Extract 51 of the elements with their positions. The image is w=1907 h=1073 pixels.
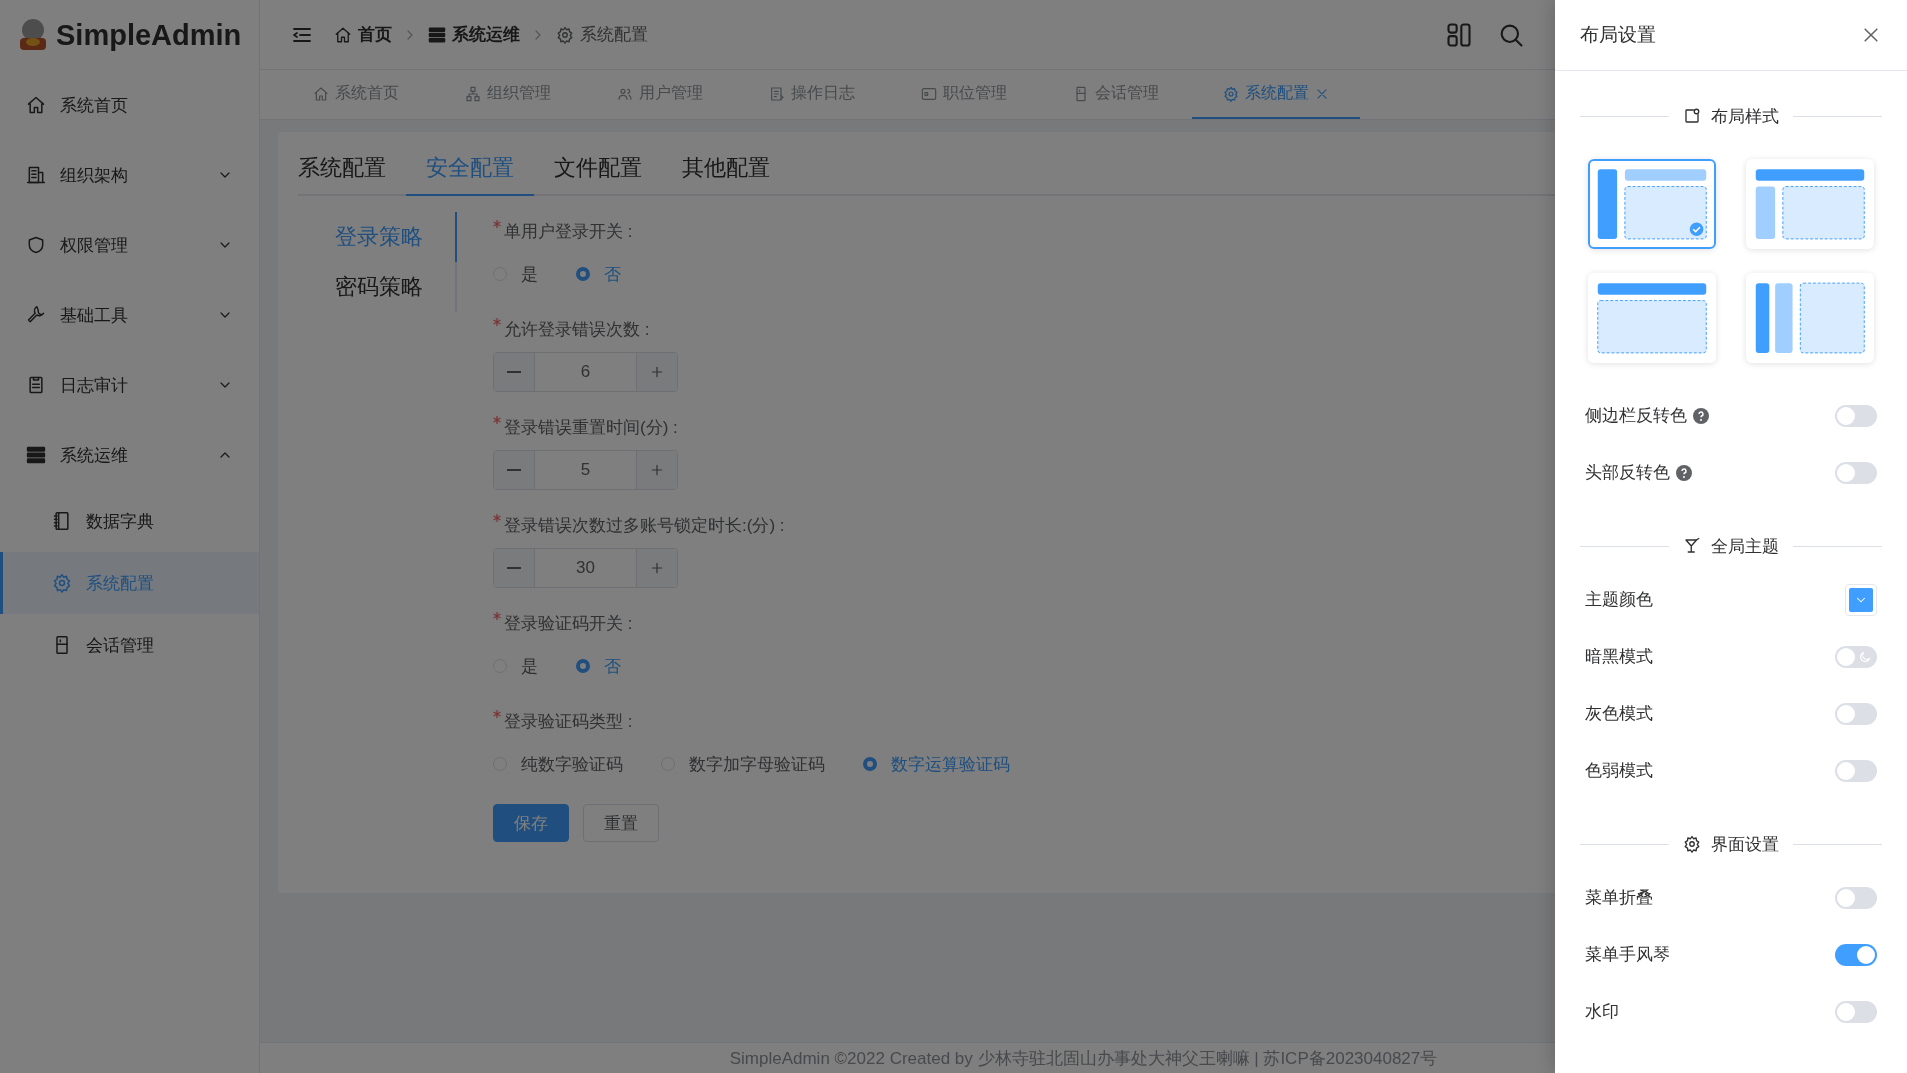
tab[interactable]: 系统配置 [298,142,406,196]
field-label: 登录错误重置时间(分) : [504,417,678,439]
menu-item[interactable]: 日志审计 [0,350,259,420]
submenu-item[interactable]: 数据字典 [0,490,259,552]
submenu-item[interactable]: 系统配置 [0,552,259,614]
setting-label: 菜单折叠 [1585,887,1653,909]
radio-option[interactable]: 否 [576,654,621,678]
number-field[interactable]: 30 [493,548,678,588]
brand-name: SimpleAdmin [56,18,242,52]
menu-item[interactable]: 权限管理 [0,210,259,280]
number-field[interactable]: 6 [493,352,678,392]
setting-label: 主题颜色 [1585,589,1653,611]
submenu-item[interactable]: 会话管理 [0,614,259,676]
menu-item[interactable]: 基础工具 [0,280,259,350]
breadcrumb-link[interactable]: 系统配置 [556,23,648,46]
radio-option[interactable]: 是 [493,262,538,286]
nav-item[interactable]: 密码策略 [335,262,457,312]
setting-label: 暗黑模式 [1585,646,1653,668]
tab[interactable]: 其他配置 [662,142,790,196]
menu-item[interactable]: 系统首页 [0,70,259,140]
number-field[interactable]: 5 [493,450,678,490]
drawer-title: 布局设置 [1580,23,1656,47]
section-title: 布局样式 [1711,105,1779,128]
field-label: 单用户登录开关 : [504,221,633,243]
field-label: 登录验证码类型 : [504,711,633,733]
breadcrumb-link[interactable]: 首页 [334,23,392,46]
reset-button[interactable]: 重置 [583,804,659,842]
field-label: 允许登录错误次数 : [504,319,650,341]
setting-label: 色弱模式 [1585,760,1653,782]
setting-label: 水印 [1585,1001,1619,1023]
field-label: 登录错误次数过多账号锁定时长:(分) : [504,515,785,537]
menu-item[interactable]: 组织架构 [0,140,259,210]
menu-item[interactable]: 系统运维 [0,420,259,490]
section-title: 全局主题 [1711,535,1779,558]
field-label: 登录验证码开关 : [504,613,633,635]
save-button[interactable]: 保存 [493,804,569,842]
setting-label: 灰色模式 [1585,703,1653,725]
breadcrumb-link[interactable]: 系统运维 [428,23,520,46]
setting-label: 菜单手风琴 [1585,944,1670,966]
radio-option[interactable]: 数字运算验证码 [863,752,1010,776]
setting-label: 头部反转色 [1585,462,1670,484]
radio-option[interactable]: 纯数字验证码 [493,752,623,776]
tab[interactable]: 系统配置 [1192,70,1360,119]
tab[interactable]: 安全配置 [406,142,534,196]
nav-item[interactable]: 登录策略 [335,212,457,262]
section-title: 界面设置 [1711,833,1779,856]
tab[interactable]: 文件配置 [534,142,662,196]
setting-label: 侧边栏反转色 [1585,405,1687,427]
radio-option[interactable]: 否 [576,262,621,286]
radio-option[interactable]: 是 [493,654,538,678]
radio-option[interactable]: 数字加字母验证码 [661,752,825,776]
